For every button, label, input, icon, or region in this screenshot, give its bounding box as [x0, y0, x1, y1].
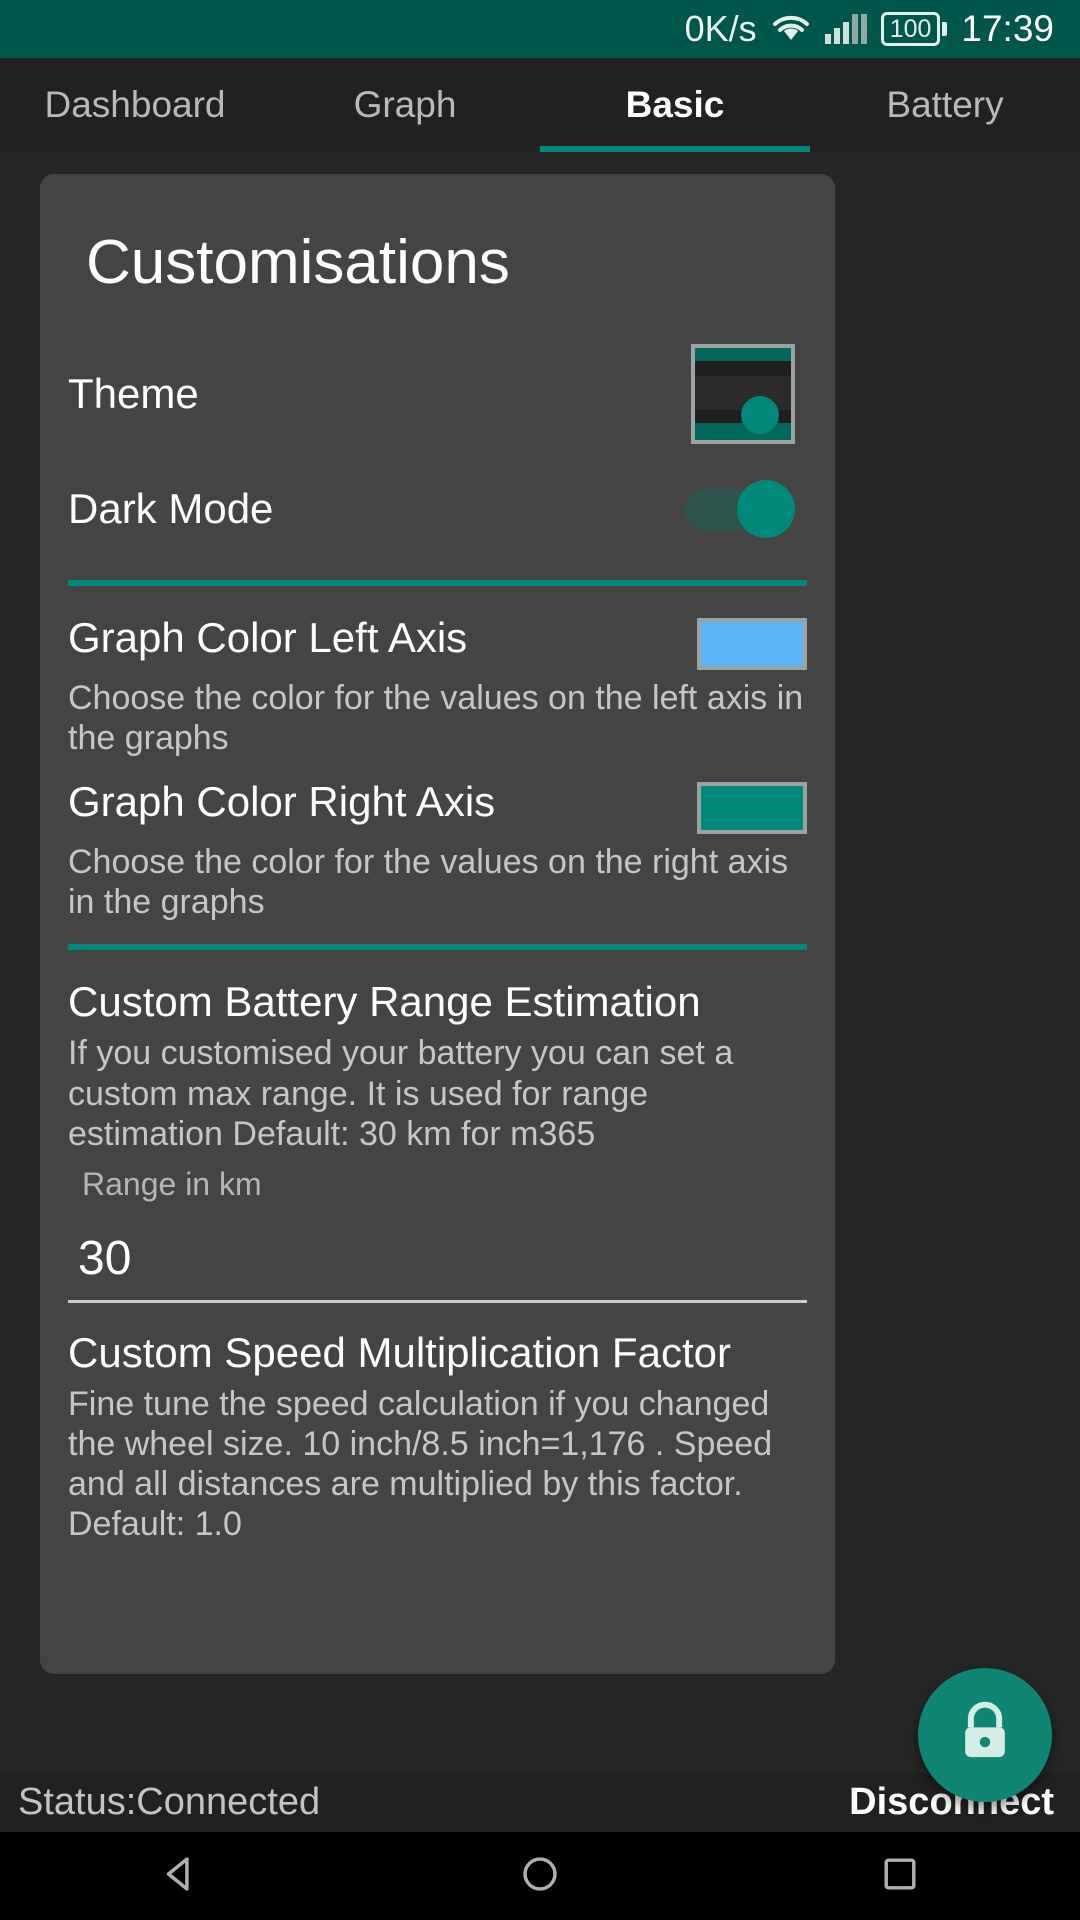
theme-preview-thumbnail-icon[interactable]: [691, 344, 795, 444]
wifi-icon: [771, 13, 811, 45]
lock-fab-button[interactable]: [918, 1668, 1052, 1802]
signal-bars-icon: [824, 14, 867, 44]
tab-basic[interactable]: Basic: [540, 58, 810, 152]
graph-left-color-swatch[interactable]: [697, 618, 807, 670]
graph-right-title: Graph Color Right Axis: [68, 778, 496, 826]
divider-1: [68, 580, 807, 586]
android-navigation-bar: [0, 1832, 1080, 1920]
tab-battery-label: Battery: [886, 84, 1004, 125]
tab-basic-label: Basic: [625, 84, 725, 125]
battery-range-title: Custom Battery Range Estimation: [68, 978, 701, 1026]
range-in-km-input[interactable]: 30: [68, 1209, 807, 1303]
speed-factor-title: Custom Speed Multiplication Factor: [68, 1328, 731, 1376]
range-field-label: Range in km: [82, 1165, 262, 1202]
battery-range-description: If you customised your battery you can s…: [68, 1034, 734, 1153]
battery-icon: 100: [880, 12, 948, 46]
range-in-km-value: 30: [78, 1231, 132, 1285]
customisations-card: Customisations Theme Dark Mode Graph Col…: [40, 174, 835, 1674]
setting-graph-color-right-axis[interactable]: Graph Color Right Axis Choose the color …: [40, 764, 835, 928]
phone-screen: 0K/s 100 17:39 Dashboard Graph Basic Bat…: [0, 0, 1080, 1920]
dark-mode-toggle[interactable]: [683, 479, 801, 539]
theme-label: Theme: [68, 370, 199, 417]
graph-left-title: Graph Color Left Axis: [68, 614, 468, 661]
nav-home-button[interactable]: [460, 1851, 620, 1902]
divider-2: [68, 944, 807, 951]
tab-graph[interactable]: Graph: [270, 58, 540, 152]
network-speed-text: 0K/s: [684, 8, 757, 49]
system-status-bar: 0K/s 100 17:39: [0, 0, 1080, 58]
graph-right-color-swatch[interactable]: [697, 782, 807, 835]
nav-recents-button[interactable]: [820, 1851, 980, 1902]
clock-text: 17:39: [961, 8, 1054, 49]
speed-factor-description: Fine tune the speed calculation if you c…: [68, 1384, 773, 1544]
graph-left-description: Choose the color for the values on the l…: [68, 679, 804, 758]
tab-battery[interactable]: Battery: [810, 58, 1080, 152]
tab-dashboard[interactable]: Dashboard: [0, 58, 270, 152]
setting-custom-battery-range: Custom Battery Range Estimation If you c…: [40, 974, 835, 1208]
dark-mode-label: Dark Mode: [68, 485, 274, 532]
settings-scroll-area[interactable]: Customisations Theme Dark Mode Graph Col…: [0, 152, 1080, 1773]
page-title: Customisations: [86, 228, 510, 297]
battery-level-text: 100: [889, 14, 932, 43]
tab-dashboard-label: Dashboard: [44, 84, 226, 125]
setting-graph-color-left-axis[interactable]: Graph Color Left Axis Choose the color f…: [40, 610, 835, 764]
back-triangle-icon: [157, 1851, 203, 1902]
status-text: Status:Connected: [18, 1781, 321, 1823]
tab-graph-label: Graph: [353, 84, 457, 125]
recents-square-icon: [877, 1851, 923, 1902]
graph-right-description: Choose the color for the values on the r…: [68, 843, 789, 922]
connection-status-bar: Status:Connected Disconnect: [0, 1773, 1080, 1832]
setting-row-dark-mode[interactable]: Dark Mode: [40, 454, 835, 564]
lock-closed-icon: [951, 1697, 1019, 1774]
nav-back-button[interactable]: [100, 1851, 260, 1902]
setting-row-theme[interactable]: Theme: [40, 334, 835, 454]
home-circle-icon: [517, 1851, 563, 1902]
setting-custom-speed-multiplication-factor: Custom Speed Multiplication Factor Fine …: [40, 1325, 835, 1550]
tab-bar: Dashboard Graph Basic Battery: [0, 58, 1080, 152]
